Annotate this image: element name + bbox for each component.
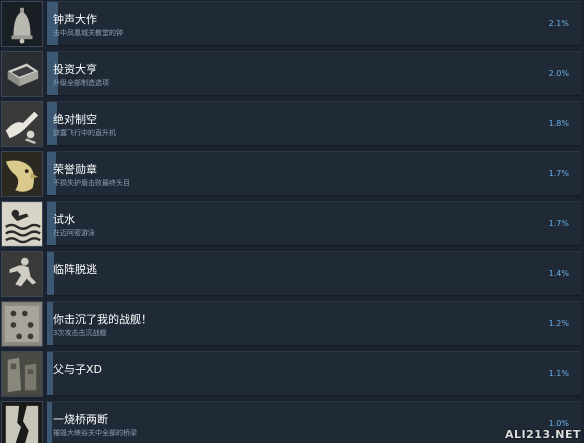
eagle-icon (1, 151, 43, 197)
unlock-percent: 1.7% (548, 169, 569, 178)
safe-icon (1, 51, 43, 97)
achievement-description: 摧毁大峡谷关中全部的桥梁 (53, 429, 137, 437)
achievement-name: 荣誉勋章 (53, 163, 97, 176)
achievement-row[interactable]: 父与子XD 1.1% (0, 350, 584, 400)
achievement-panel: 试水 在迈阿密游泳 1.7% (47, 201, 581, 246)
achievement-name: 投资大亨 (53, 63, 97, 76)
achievement-row[interactable]: 荣誉勋章 不损失护盾击败最终头目 1.7% (0, 150, 584, 200)
achievement-list: 钟声大作 击中凤凰城关教堂的钟 2.1% 投资大亨 升级全部制造选项 2.0% (0, 0, 584, 443)
fleeing-soldier-icon (1, 251, 43, 297)
unlock-percent: 1.4% (548, 269, 569, 278)
achievement-row[interactable]: 临阵脱逃 1.4% (0, 250, 584, 300)
unlock-percent: 1.8% (548, 119, 569, 128)
unlock-percent: 1.2% (548, 319, 569, 328)
achievement-description: 升级全部制造选项 (53, 79, 109, 87)
achievement-description: 不损失护盾击败最终头目 (53, 179, 130, 187)
unlock-percent: 1.0% (548, 419, 569, 428)
achievement-name: 你击沉了我的战舰！ (53, 313, 152, 326)
achievement-panel: 荣誉勋章 不损失护盾击败最终头目 1.7% (47, 151, 581, 196)
achievement-panel: 绝对制空 辞露飞行中的直升机 1.8% (47, 101, 581, 146)
unlock-rate-bar (47, 352, 53, 395)
unlock-rate-bar (47, 402, 53, 443)
unlock-percent: 1.1% (548, 369, 569, 378)
achievement-name: 试水 (53, 213, 75, 226)
achievement-name: 临阵脱逃 (53, 263, 97, 276)
achievement-name: 父与子XD (53, 363, 103, 376)
achievement-description: 在迈阿密游泳 (53, 229, 95, 237)
achievement-row[interactable]: 你击沉了我的战舰！ 3次攻击击沉战舰 1.2% (0, 300, 584, 350)
achievement-panel: 你击沉了我的战舰！ 3次攻击击沉战舰 1.2% (47, 301, 581, 346)
achievement-row[interactable]: 试水 在迈阿密游泳 1.7% (0, 200, 584, 250)
bell-icon (1, 1, 43, 47)
achievement-row[interactable]: 钟声大作 击中凤凰城关教堂的钟 2.1% (0, 0, 584, 50)
achievement-panel: 一烧桥两断 摧毁大峡谷关中全部的桥梁 1.0% (47, 401, 581, 443)
achievement-panel: 临阵脱逃 1.4% (47, 251, 581, 296)
achievement-name: 钟声大作 (53, 13, 97, 26)
site-watermark: ALI213.NET (505, 428, 581, 441)
achievement-name: 绝对制空 (53, 113, 97, 126)
unlock-percent: 2.0% (548, 69, 569, 78)
achievement-panel: 钟声大作 击中凤凰城关教堂的钟 2.1% (47, 1, 581, 46)
swimmer-icon (1, 201, 43, 247)
achievement-description: 辞露飞行中的直升机 (53, 129, 116, 137)
achievement-description: 3次攻击击沉战舰 (53, 329, 107, 337)
unlock-percent: 2.1% (548, 19, 569, 28)
broken-bridge-icon (1, 401, 43, 443)
unlock-percent: 1.7% (548, 219, 569, 228)
achievement-name: 一烧桥两断 (53, 413, 108, 426)
achievement-panel: 投资大亨 升级全部制造选项 2.0% (47, 51, 581, 96)
father-son-statue-icon (1, 351, 43, 397)
aerial-soldier-icon (1, 101, 43, 147)
achievement-row[interactable]: 一烧桥两断 摧毁大峡谷关中全部的桥梁 1.0% (0, 400, 584, 443)
achievement-description: 击中凤凰城关教堂的钟 (53, 29, 123, 37)
battleship-grid-icon (1, 301, 43, 347)
achievement-row[interactable]: 绝对制空 辞露飞行中的直升机 1.8% (0, 100, 584, 150)
achievement-row[interactable]: 投资大亨 升级全部制造选项 2.0% (0, 50, 584, 100)
achievement-panel: 父与子XD 1.1% (47, 351, 581, 396)
